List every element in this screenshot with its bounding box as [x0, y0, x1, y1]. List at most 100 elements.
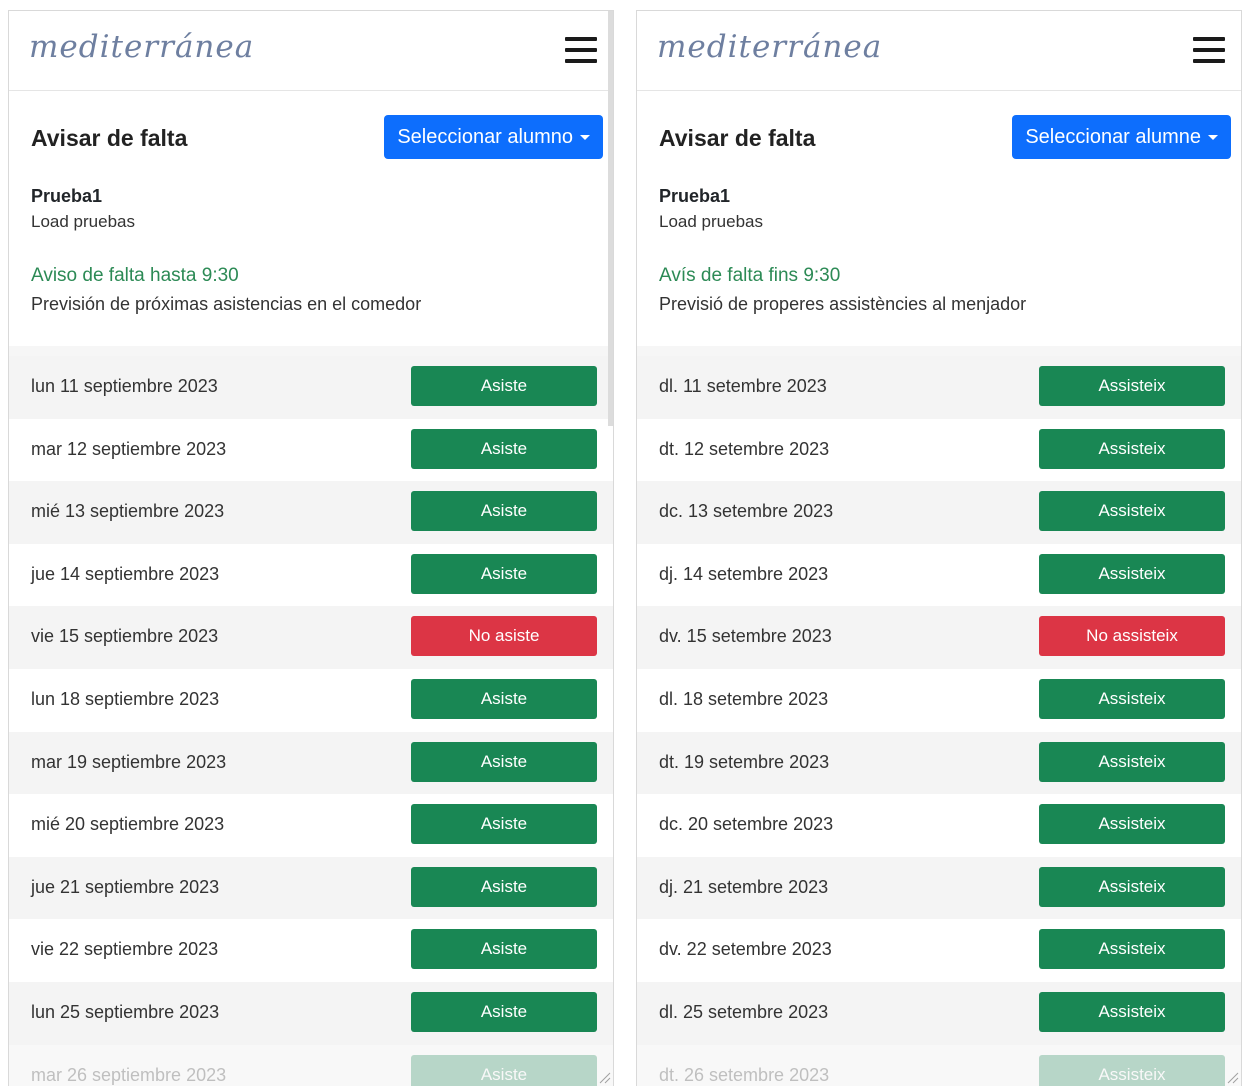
day-row: dl. 25 setembre 2023 Assisteix: [637, 982, 1241, 1045]
absence-notice-card: Avisar de falta Seleccionar alumno Prueb…: [9, 91, 613, 346]
day-date: vie 15 septiembre 2023: [31, 626, 219, 647]
card-title: Avisar de falta: [31, 125, 188, 151]
notice-deadline: Avís de falta fins 9:30: [659, 265, 841, 286]
student-name: Prueba1: [31, 186, 103, 206]
attends-toggle-button[interactable]: Asiste: [411, 553, 597, 594]
day-row: dl. 18 setembre 2023 Assisteix: [637, 669, 1241, 732]
attends-toggle-button[interactable]: Assisteix: [1039, 366, 1225, 406]
resize-grip-icon[interactable]: [1225, 1070, 1239, 1084]
day-row: mar 19 septiembre 2023 Asiste: [9, 731, 613, 795]
day-date: dl. 11 setembre 2023: [659, 376, 827, 396]
caret-down-icon: [580, 135, 590, 140]
attendance-list: dl. 11 setembre 2023 Assisteix dt. 12 sete…: [637, 346, 1241, 1086]
day-row: dv. 22 setembre 2023 Assisteix: [637, 919, 1241, 982]
attends-toggle-button[interactable]: Asiste: [411, 366, 597, 406]
day-row: dl. 11 setembre 2023 Assisteix: [637, 356, 1241, 419]
card-title: Avisar de falta: [659, 125, 816, 151]
day-date: lun 18 septiembre 2023: [31, 689, 220, 709]
day-date: dj. 21 setembre 2023: [659, 876, 829, 897]
resize-grip-icon[interactable]: [597, 1070, 611, 1084]
brand-logo[interactable]: mediterránea: [657, 29, 882, 65]
day-row: dc. 20 setembre 2023 Assisteix: [637, 794, 1241, 857]
hamburger-menu-icon[interactable]: [1193, 35, 1227, 65]
attends-toggle-button[interactable]: Asiste: [411, 679, 597, 719]
day-row: dj. 14 setembre 2023 Assisteix: [637, 543, 1241, 607]
day-row: mié 20 septiembre 2023 Asiste: [9, 794, 613, 857]
day-date: dl. 18 setembre 2023: [659, 689, 829, 709]
day-date: jue 14 septiembre 2023: [31, 563, 220, 584]
caret-down-icon: [1208, 135, 1218, 140]
attends-toggle-button[interactable]: Asiste: [411, 428, 597, 469]
scrollbar[interactable]: [608, 11, 613, 426]
student-group: Load pruebas: [31, 212, 135, 231]
day-row: dc. 13 setembre 2023 Assisteix: [637, 481, 1241, 544]
student-name: Prueba1: [659, 186, 731, 206]
select-student-button[interactable]: Seleccionar alumno: [384, 115, 603, 159]
day-date: dt. 26 setembre 2023: [659, 1064, 830, 1085]
day-row: mié 13 septiembre 2023 Asiste: [9, 481, 613, 544]
attends-toggle-button[interactable]: Asiste: [411, 491, 597, 532]
attends-toggle-button[interactable]: Asiste: [411, 992, 597, 1032]
day-date: vie 22 septiembre 2023: [31, 939, 219, 960]
day-date: mar 19 septiembre 2023: [31, 751, 227, 772]
attends-toggle-button[interactable]: Asiste: [411, 1054, 597, 1086]
day-date: dl. 25 setembre 2023: [659, 1002, 829, 1022]
day-date: mar 26 septiembre 2023: [31, 1064, 227, 1085]
day-row: dt. 19 setembre 2023 Assisteix: [637, 731, 1241, 795]
attends-toggle-button[interactable]: Assisteix: [1039, 679, 1225, 719]
select-student-label: Seleccionar alumno: [397, 125, 573, 148]
select-student-label: Seleccionar alumne: [1025, 125, 1201, 148]
attends-toggle-button[interactable]: Assisteix: [1039, 929, 1225, 970]
attends-toggle-button[interactable]: Assisteix: [1039, 428, 1225, 469]
day-date: dv. 22 setembre 2023: [659, 939, 832, 960]
absent-toggle-button[interactable]: No assisteix: [1039, 616, 1225, 657]
day-row: lun 18 septiembre 2023 Asiste: [9, 669, 613, 732]
day-row: mar 26 septiembre 2023 Asiste: [9, 1044, 613, 1086]
student-group: Load pruebas: [659, 212, 763, 231]
day-row: lun 11 septiembre 2023 Asiste: [9, 356, 613, 419]
day-row: dj. 21 setembre 2023 Assisteix: [637, 856, 1241, 920]
day-row: mar 12 septiembre 2023 Asiste: [9, 418, 613, 482]
attends-toggle-button[interactable]: Asiste: [411, 741, 597, 782]
attends-toggle-button[interactable]: Assisteix: [1039, 553, 1225, 594]
mobile-screen-ca: mediterránea Avisar de falta Seleccionar…: [636, 10, 1242, 1086]
attends-toggle-button[interactable]: Assisteix: [1039, 491, 1225, 532]
navbar: mediterránea: [9, 11, 613, 91]
day-row: jue 14 septiembre 2023 Asiste: [9, 543, 613, 607]
day-date: dc. 13 setembre 2023: [659, 501, 834, 522]
attends-toggle-button[interactable]: Assisteix: [1039, 992, 1225, 1032]
attends-toggle-button[interactable]: Assisteix: [1039, 741, 1225, 782]
forecast-description: Previsió de properes assistències al men…: [659, 294, 1027, 314]
notice-deadline: Aviso de falta hasta 9:30: [31, 265, 239, 286]
day-date: mar 12 septiembre 2023: [31, 438, 227, 459]
attends-toggle-button[interactable]: Assisteix: [1039, 866, 1225, 907]
select-student-button[interactable]: Seleccionar alumne: [1012, 115, 1231, 159]
day-date: dt. 19 setembre 2023: [659, 751, 830, 772]
day-row: vie 22 septiembre 2023 Asiste: [9, 919, 613, 982]
day-date: jue 21 septiembre 2023: [31, 876, 220, 897]
attends-toggle-button[interactable]: Assisteix: [1039, 1054, 1225, 1086]
mobile-screen-es: mediterránea Avisar de falta Seleccionar…: [8, 10, 614, 1086]
day-date: dv. 15 setembre 2023: [659, 626, 832, 647]
attendance-list: lun 11 septiembre 2023 Asiste mar 12 septi…: [9, 346, 613, 1086]
attends-toggle-button[interactable]: Asiste: [411, 866, 597, 907]
hamburger-menu-icon[interactable]: [565, 35, 599, 65]
forecast-description: Previsión de próximas asistencias en el …: [31, 294, 422, 314]
day-row: lun 25 septiembre 2023 Asiste: [9, 982, 613, 1045]
navbar: mediterránea: [637, 11, 1241, 91]
absent-toggle-button[interactable]: No asiste: [411, 616, 597, 657]
day-date: mié 20 septiembre 2023: [31, 814, 225, 835]
attends-toggle-button[interactable]: Asiste: [411, 804, 597, 845]
day-row: dv. 15 setembre 2023 No assisteix: [637, 606, 1241, 669]
attends-toggle-button[interactable]: Assisteix: [1039, 804, 1225, 845]
day-row: dt. 12 setembre 2023 Assisteix: [637, 418, 1241, 482]
attends-toggle-button[interactable]: Asiste: [411, 929, 597, 970]
day-row: dt. 26 setembre 2023 Assisteix: [637, 1044, 1241, 1086]
day-row: jue 21 septiembre 2023 Asiste: [9, 856, 613, 920]
day-date: dj. 14 setembre 2023: [659, 563, 829, 584]
day-row: vie 15 septiembre 2023 No asiste: [9, 606, 613, 669]
day-date: lun 25 septiembre 2023: [31, 1002, 220, 1022]
brand-logo[interactable]: mediterránea: [29, 29, 254, 65]
day-date: dc. 20 setembre 2023: [659, 814, 834, 835]
absence-notice-card: Avisar de falta Seleccionar alumne Prueb…: [637, 91, 1241, 346]
